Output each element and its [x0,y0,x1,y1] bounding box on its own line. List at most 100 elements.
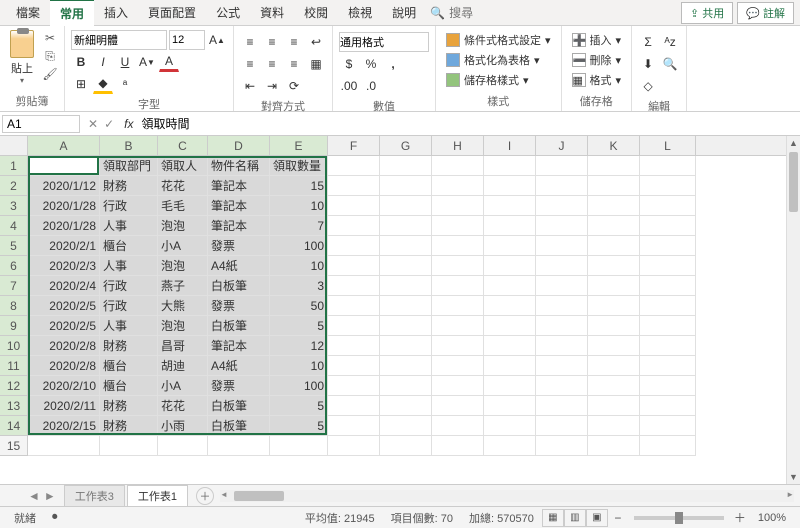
cell[interactable] [484,376,536,396]
cell[interactable] [588,176,640,196]
phonetic-button[interactable]: ᵃ [115,74,135,94]
col-header-A[interactable]: A [28,136,100,155]
cell[interactable]: 泡泡 [158,256,208,276]
cell[interactable] [484,176,536,196]
cell[interactable]: 5 [270,396,328,416]
col-header-L[interactable]: L [640,136,696,155]
cell[interactable] [380,176,432,196]
cell[interactable] [536,376,588,396]
name-box[interactable] [2,115,80,133]
cell[interactable] [432,156,484,176]
cell[interactable] [328,276,380,296]
cell[interactable]: 小A [158,236,208,256]
delete-cells-button[interactable]: ➖刪除 ▾ [568,50,626,70]
cell[interactable] [484,296,536,316]
cell[interactable] [588,316,640,336]
cell[interactable]: 2020/2/5 [28,296,100,316]
cell[interactable] [640,416,696,436]
cell[interactable] [640,276,696,296]
fx-icon[interactable]: fx [120,117,137,131]
cell[interactable]: 大熊 [158,296,208,316]
cell[interactable] [484,336,536,356]
cell[interactable] [536,176,588,196]
row-header-3[interactable]: 3 [0,196,28,216]
cell[interactable]: 10 [270,356,328,376]
cell-styles-button[interactable]: 儲存格樣式 ▾ [442,70,555,90]
cell[interactable]: 2020/2/15 [28,416,100,436]
sheet-nav-prev-icon[interactable]: ◄ [28,489,40,503]
cell[interactable]: 領取數量 [270,156,328,176]
sheet-tab-1[interactable]: 工作表1 [127,485,188,506]
view-page-layout-button[interactable]: ▥ [564,509,586,527]
cell[interactable] [328,236,380,256]
enter-formula-icon[interactable]: ✓ [104,117,114,131]
cell[interactable] [536,416,588,436]
cell[interactable] [484,436,536,456]
cell[interactable] [328,416,380,436]
cell[interactable] [432,296,484,316]
cell[interactable] [588,156,640,176]
cell[interactable] [536,396,588,416]
add-sheet-button[interactable]: ＋ [196,487,214,505]
menu-tab-0[interactable]: 檔案 [6,0,50,25]
cell[interactable] [588,376,640,396]
cell[interactable] [588,396,640,416]
cell[interactable] [536,316,588,336]
cell[interactable] [588,436,640,456]
paste-button[interactable]: 貼上 ▾ [6,30,38,85]
cell[interactable]: A4紙 [208,356,270,376]
font-size-select[interactable] [169,30,205,50]
cell[interactable] [640,356,696,376]
row-header-13[interactable]: 13 [0,396,28,416]
cell[interactable] [380,216,432,236]
cell[interactable] [328,376,380,396]
col-header-J[interactable]: J [536,136,588,155]
cell[interactable] [536,236,588,256]
col-header-E[interactable]: E [270,136,328,155]
cell-grid[interactable]: 領取時間領取部門領取人物件名稱領取數量2020/1/12財務花花筆記本15202… [28,156,786,456]
vertical-scrollbar[interactable]: ▲ ▼ [786,136,800,484]
row-header-8[interactable]: 8 [0,296,28,316]
sheet-nav-next-icon[interactable]: ► [44,489,56,503]
conditional-formatting-button[interactable]: 條件式格式設定 ▾ [442,30,555,50]
cell[interactable] [640,196,696,216]
cell[interactable] [640,336,696,356]
cell[interactable] [588,356,640,376]
cell[interactable] [270,436,328,456]
cell[interactable]: 100 [270,236,328,256]
cell[interactable] [640,376,696,396]
horizontal-scrollbar[interactable] [220,490,794,502]
cell[interactable] [484,276,536,296]
align-right-button[interactable]: ≡ [284,54,304,74]
cell[interactable] [484,216,536,236]
col-header-H[interactable]: H [432,136,484,155]
increase-decimal-button[interactable]: .00 [339,76,359,96]
cell[interactable]: 2020/2/10 [28,376,100,396]
font-name-select[interactable] [71,30,167,50]
cell[interactable] [484,256,536,276]
cell[interactable]: 燕子 [158,276,208,296]
select-all-corner[interactable] [0,136,28,156]
italic-button[interactable]: I [93,52,113,72]
cell[interactable]: 財務 [100,416,158,436]
cell[interactable]: 100 [270,376,328,396]
align-center-button[interactable]: ≡ [262,54,282,74]
cell[interactable] [432,336,484,356]
cell[interactable]: 花花 [158,176,208,196]
cell[interactable]: 7 [270,216,328,236]
cell[interactable]: 白板筆 [208,416,270,436]
cell[interactable]: 2020/1/12 [28,176,100,196]
cell[interactable] [380,336,432,356]
row-header-7[interactable]: 7 [0,276,28,296]
merge-button[interactable]: ▦ [306,54,326,74]
cell[interactable]: 10 [270,256,328,276]
copy-icon[interactable]: ⎘ [42,48,58,64]
col-header-K[interactable]: K [588,136,640,155]
cell[interactable] [588,216,640,236]
cell[interactable]: 物件名稱 [208,156,270,176]
cell[interactable] [432,416,484,436]
row-header-14[interactable]: 14 [0,416,28,436]
cell[interactable]: 2020/2/1 [28,236,100,256]
cell[interactable]: 小A [158,376,208,396]
cell[interactable]: 人事 [100,216,158,236]
